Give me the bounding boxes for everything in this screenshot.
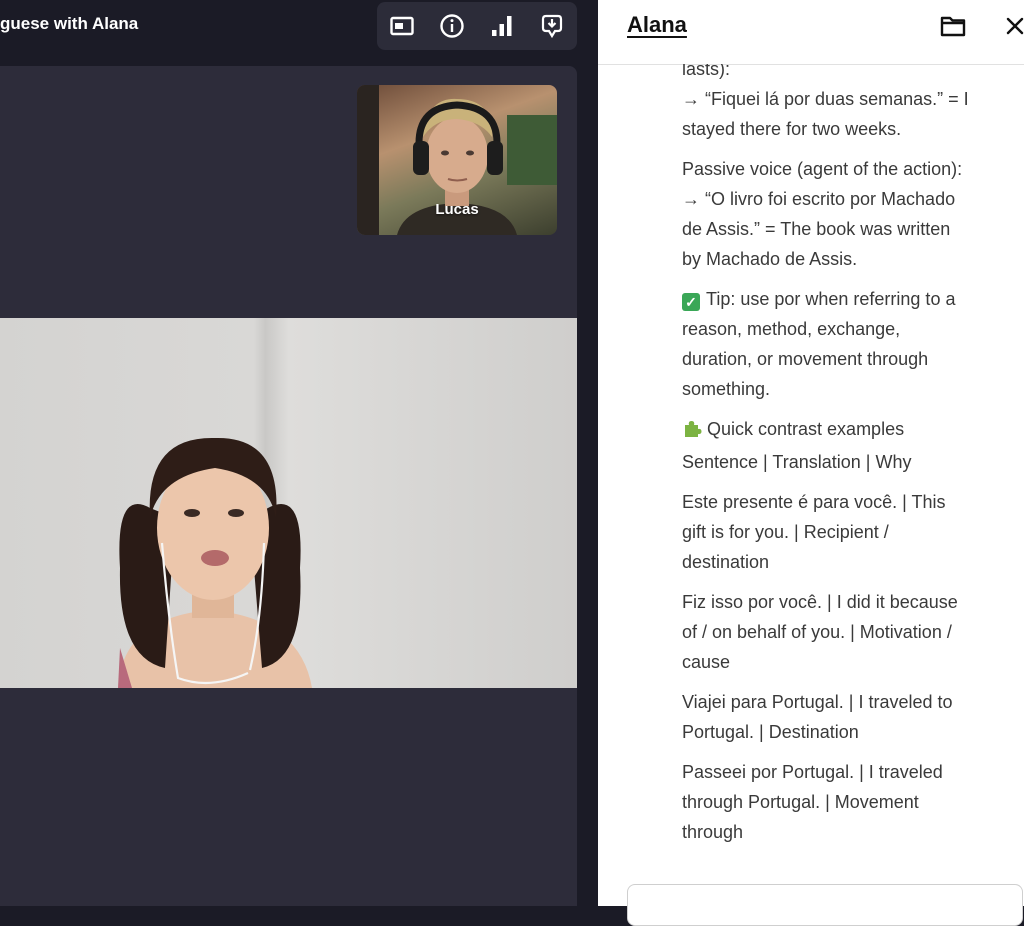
chat-side-panel: Alana lasts): → “Fiquei lá por duas seman… [598, 0, 1024, 926]
message-line: by Machado de Assis. [682, 244, 1012, 274]
message-paragraph: Viajei para Portugal. | I traveled to Por… [682, 687, 1012, 747]
message-line: of / on behalf of you. | Motivation / [682, 617, 1012, 647]
message-line: ✓ Tip: use por when referring to a [682, 284, 1012, 314]
message-paragraph: ✓ Tip: use por when referring to a reason,… [682, 284, 1012, 404]
message-line: gift is for you. | Recipient / [682, 517, 1012, 547]
self-name-label: Lucas [435, 201, 479, 218]
message-line: stayed there for two weeks. [682, 114, 1012, 144]
meeting-title: guese with Alana [0, 14, 139, 33]
message-line-text: Tip: use por when referring to a [706, 289, 956, 309]
message-line-text: reason, method, exchange, [682, 319, 901, 339]
panel-header: Alana [598, 0, 1024, 65]
message-line-text: destination [682, 552, 770, 572]
message-line-text: Fiz isso por você. | I did it because [682, 592, 958, 612]
download-button[interactable] [536, 10, 568, 42]
folder-icon [940, 16, 966, 37]
self-video-tile[interactable]: Lucas [357, 85, 557, 235]
message-line-text: Passeei por Portugal. | I traveled [682, 762, 943, 782]
message-line: Passive voice (agent of the action): [682, 154, 1012, 184]
close-icon [1006, 17, 1024, 35]
signal-bars-icon [492, 16, 512, 36]
message-line: Quick contrast examples [682, 414, 1012, 447]
main-video-feed [118, 437, 312, 688]
message-line-text: gift is for you. | Recipient / [682, 522, 889, 542]
message-line: → “Fiquei lá por duas semanas.” = I [682, 84, 1012, 114]
puzzle-emoji-icon [682, 417, 702, 447]
chat-message-content: lasts): → “Fiquei lá por duas semanas.” =… [682, 64, 1012, 847]
picture-in-picture-button[interactable] [386, 10, 418, 42]
message-line: destination [682, 547, 1012, 577]
message-line-text: de Assis.” = The book was written [682, 219, 951, 239]
message-line: Sentence | Translation | Why [682, 447, 1012, 477]
main-video-tile[interactable] [0, 318, 577, 688]
message-line-text: Este presente é para você. | This [682, 492, 946, 512]
message-line-text: stayed there for two weeks. [682, 119, 902, 139]
message-line-text: by Machado de Assis. [682, 249, 858, 269]
folder-button[interactable] [939, 12, 967, 40]
message-line: duration, or movement through [682, 344, 1012, 374]
message-paragraph: Passive voice (agent of the action): → “O… [682, 154, 1012, 274]
message-paragraph: lasts): → “Fiquei lá por duas semanas.” =… [682, 64, 1012, 144]
message-line-text: of / on behalf of you. | Motivation / [682, 622, 952, 642]
check-emoji-icon: ✓ [682, 293, 700, 311]
message-line: → “O livro foi escrito por Machado [682, 184, 1012, 214]
message-paragraph: Passeei por Portugal. | I traveled throug… [682, 757, 1012, 847]
connection-quality-button[interactable] [486, 10, 518, 42]
video-area: guese with Alana Lucas [0, 0, 598, 906]
message-line-text: through [682, 822, 744, 842]
call-toolbar [377, 2, 577, 50]
message-line-text: through Portugal. | Movement [682, 792, 919, 812]
message-input[interactable] [627, 884, 1023, 926]
message-line: Este presente é para você. | This [682, 487, 1012, 517]
message-line: Portugal. | Destination [682, 717, 1012, 747]
message-line-text: lasts): [682, 64, 731, 79]
close-panel-button[interactable] [1002, 12, 1024, 40]
message-line: reason, method, exchange, [682, 314, 1012, 344]
message-line-text: → “Fiquei lá por duas semanas.” = I [682, 89, 969, 109]
download-icon [541, 14, 563, 39]
message-paragraph: Este presente é para você. | This gift is… [682, 487, 1012, 577]
message-line: through [682, 817, 1012, 847]
message-paragraph: Fiz isso por você. | I did it because of … [682, 587, 1012, 677]
message-line-text: duration, or movement through [682, 349, 929, 369]
message-line: de Assis.” = The book was written [682, 214, 1012, 244]
message-line-text: something. [682, 379, 771, 399]
message-line: lasts): [682, 64, 1012, 84]
message-line-text: Quick contrast examples [707, 419, 905, 439]
message-line-text: Passive voice (agent of the action): [682, 159, 963, 179]
panel-title[interactable]: Alana [627, 12, 687, 38]
message-line-text: Portugal. | Destination [682, 722, 859, 742]
info-button[interactable] [436, 10, 468, 42]
message-line-text: Viajei para Portugal. | I traveled to [682, 692, 953, 712]
message-line-text: → “O livro foi escrito por Machado [682, 189, 956, 209]
message-paragraph: Quick contrast examples Sentence | Transl… [682, 414, 1012, 477]
message-line: something. [682, 374, 1012, 404]
message-line: Viajei para Portugal. | I traveled to [682, 687, 1012, 717]
message-line-text: Sentence | Translation | Why [682, 452, 912, 472]
chat-message-body: lasts): → “Fiquei lá por duas semanas.” =… [682, 64, 1012, 864]
info-icon [440, 14, 464, 38]
picture-in-picture-icon [390, 16, 414, 36]
message-line: through Portugal. | Movement [682, 787, 1012, 817]
message-line: Passeei por Portugal. | I traveled [682, 757, 1012, 787]
message-line: cause [682, 647, 1012, 677]
message-line-text: cause [682, 652, 731, 672]
message-line: Fiz isso por você. | I did it because [682, 587, 1012, 617]
